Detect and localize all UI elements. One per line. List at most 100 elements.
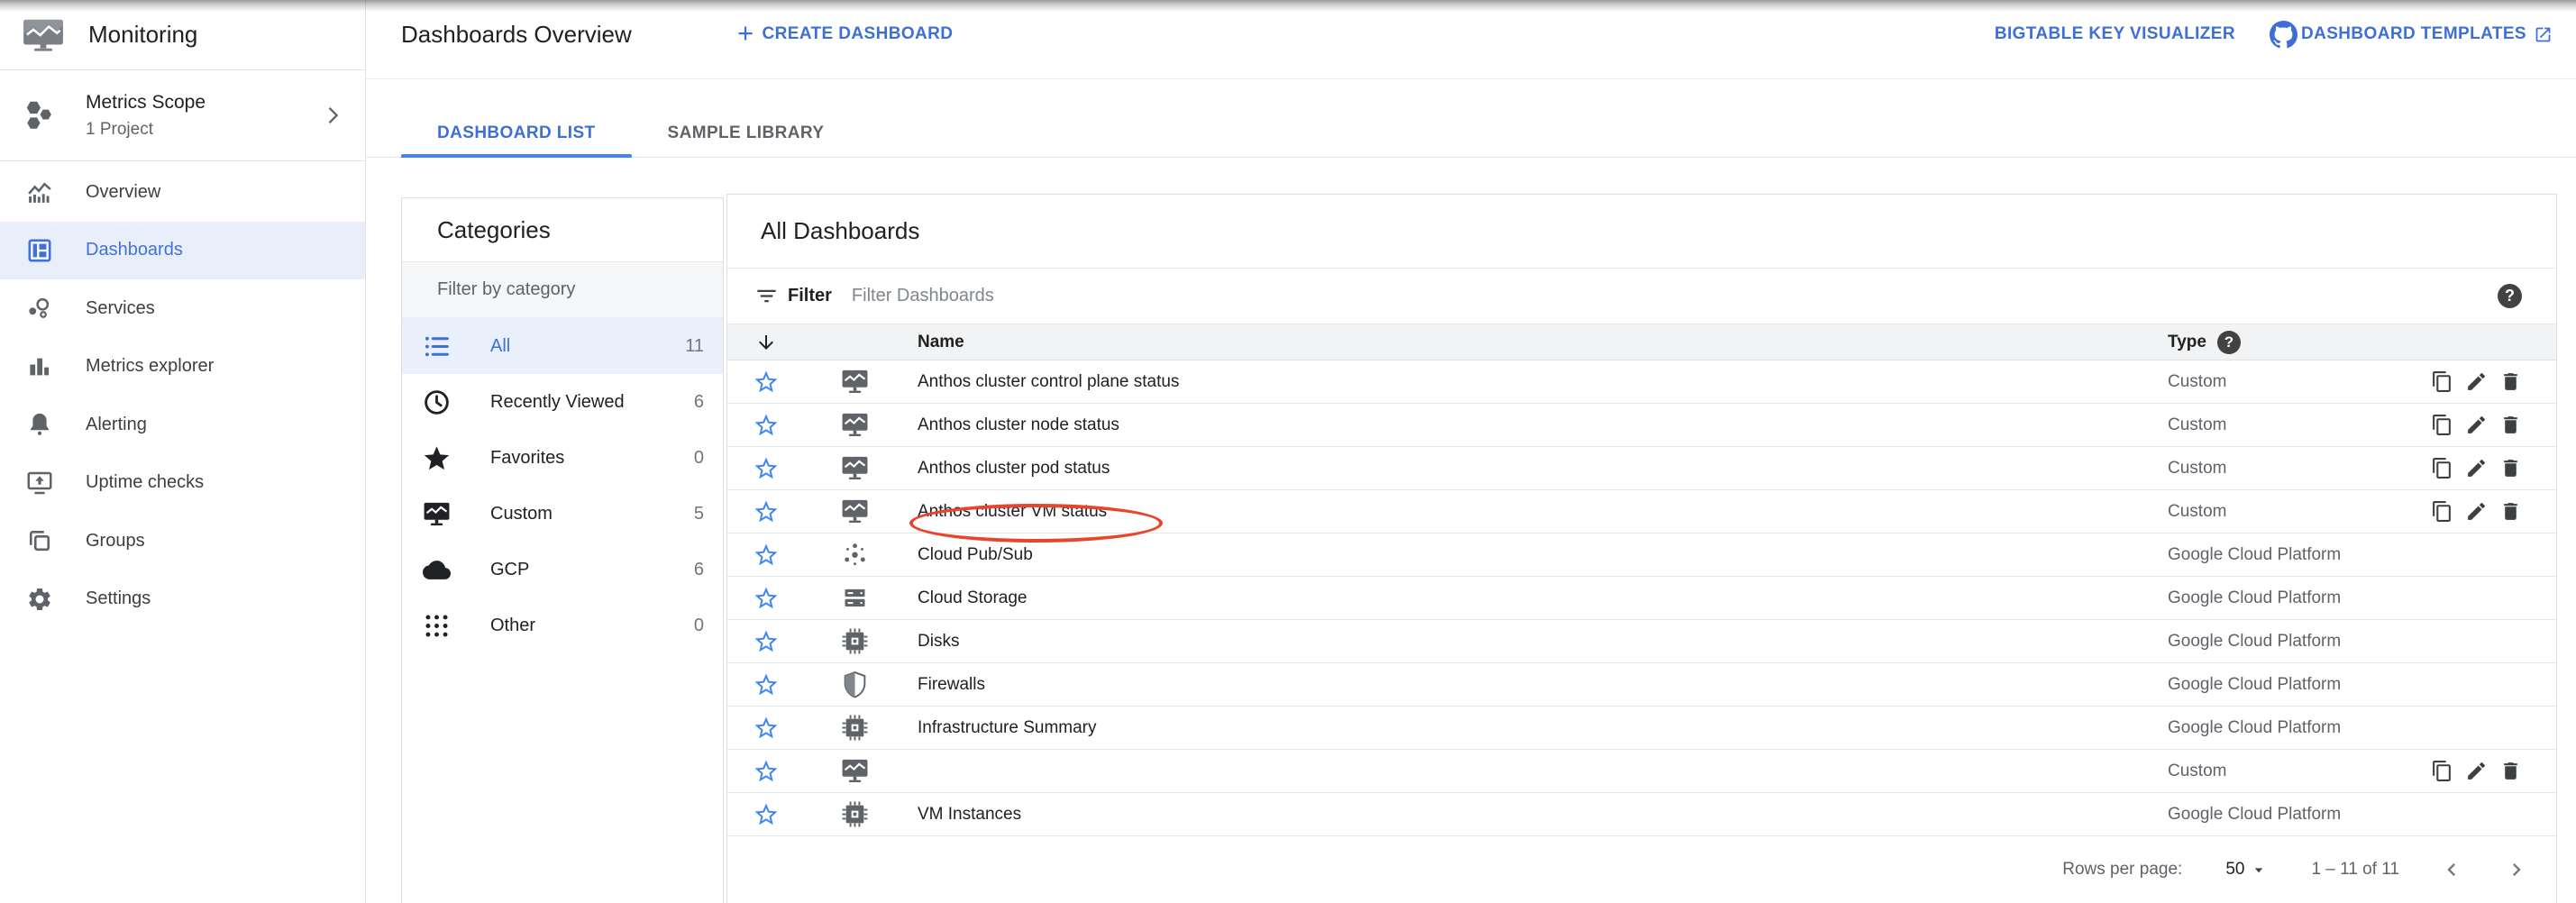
dashboard-name[interactable]: VM Instances bbox=[918, 805, 1021, 825]
type-help-icon[interactable]: ? bbox=[2217, 331, 2241, 354]
plus-icon: + bbox=[737, 19, 754, 47]
sidebar-item-label: Settings bbox=[86, 588, 151, 609]
bigtable-key-visualizer-link[interactable]: BIGTABLE KEY VISUALIZER bbox=[1995, 24, 2235, 44]
dashboard-name[interactable]: Anthos cluster VM status bbox=[918, 502, 1107, 522]
favorite-star-icon[interactable] bbox=[753, 758, 780, 785]
dashboard-name[interactable]: Anthos cluster control plane status bbox=[918, 372, 1179, 392]
copy-icon[interactable] bbox=[2431, 370, 2453, 393]
table-row[interactable]: Infrastructure SummaryGoogle Cloud Platf… bbox=[727, 707, 2556, 750]
table-row[interactable]: Custom bbox=[727, 750, 2556, 793]
chevron-right-icon[interactable] bbox=[320, 103, 345, 128]
table-row[interactable]: Cloud Pub/Sub Google Cloud Platform bbox=[727, 534, 2556, 577]
favorite-star-icon[interactable] bbox=[753, 369, 780, 396]
edit-icon[interactable] bbox=[2465, 457, 2488, 479]
dashboard-name[interactable]: Anthos cluster node status bbox=[918, 415, 1119, 435]
category-item-recently-viewed[interactable]: Recently Viewed6 bbox=[402, 374, 723, 430]
sidebar-item-uptime-checks[interactable]: Uptime checks bbox=[0, 454, 365, 513]
edit-icon[interactable] bbox=[2465, 760, 2488, 782]
table-row[interactable]: FirewallsGoogle Cloud Platform bbox=[727, 663, 2556, 707]
favorite-star-icon[interactable] bbox=[753, 715, 780, 742]
templates-link-label: DASHBOARD TEMPLATES bbox=[2301, 24, 2526, 44]
category-item-gcp[interactable]: GCP6 bbox=[402, 542, 723, 597]
table-row[interactable]: Cloud StorageGoogle Cloud Platform bbox=[727, 577, 2556, 620]
metrics-scope-text: Metrics Scope 1 Project bbox=[86, 92, 206, 140]
dashboard-name[interactable]: Infrastructure Summary bbox=[918, 718, 1097, 738]
dashboards-panel: All Dashboards Filter ? Name Type ? Anth… bbox=[726, 194, 2557, 903]
table-row[interactable]: Anthos cluster VM statusCustom bbox=[727, 490, 2556, 534]
dashboard-name[interactable]: Cloud Pub/Sub bbox=[918, 545, 1033, 565]
rows-per-page-select[interactable]: 50 bbox=[2225, 860, 2268, 880]
filter-icon bbox=[754, 284, 779, 308]
table-row[interactable]: Anthos cluster node statusCustom bbox=[727, 404, 2556, 447]
category-list: All11Recently Viewed6Favorites0Custom5GC… bbox=[402, 318, 723, 653]
metrics-scope-icon bbox=[23, 98, 58, 132]
metrics-scope-section[interactable]: Metrics Scope 1 Project bbox=[0, 70, 365, 161]
category-filter-input[interactable] bbox=[437, 279, 705, 300]
dashboard-name[interactable]: Disks bbox=[918, 632, 959, 652]
sort-descending-icon[interactable] bbox=[755, 332, 777, 353]
delete-icon[interactable] bbox=[2499, 457, 2522, 479]
edit-icon[interactable] bbox=[2465, 500, 2488, 523]
custom-dashboard-icon bbox=[423, 500, 451, 528]
favorite-star-icon[interactable] bbox=[753, 628, 780, 655]
services-icon bbox=[26, 295, 53, 322]
sidebar-item-metrics-explorer[interactable]: Metrics explorer bbox=[0, 338, 365, 397]
groups-icon bbox=[26, 527, 53, 554]
chip-icon bbox=[841, 714, 869, 742]
favorite-star-icon[interactable] bbox=[753, 585, 780, 612]
dashboard-name[interactable]: Firewalls bbox=[918, 675, 985, 695]
dashboard-name[interactable]: Cloud Storage bbox=[918, 588, 1027, 608]
tab-dashboard-list[interactable]: DASHBOARD LIST bbox=[401, 110, 632, 157]
favorite-star-icon[interactable] bbox=[753, 498, 780, 525]
table-row[interactable]: Anthos cluster pod statusCustom bbox=[727, 447, 2556, 490]
edit-icon[interactable] bbox=[2465, 370, 2488, 393]
column-header-name[interactable]: Name bbox=[904, 333, 2168, 352]
favorite-star-icon[interactable] bbox=[753, 671, 780, 698]
next-page-icon[interactable] bbox=[2504, 857, 2529, 882]
copy-icon[interactable] bbox=[2431, 760, 2453, 782]
delete-icon[interactable] bbox=[2499, 370, 2522, 393]
chip-icon bbox=[841, 627, 869, 655]
filter-dashboards-input[interactable] bbox=[852, 286, 2498, 306]
sidebar-item-dashboards[interactable]: Dashboards bbox=[0, 222, 365, 280]
delete-icon[interactable] bbox=[2499, 760, 2522, 782]
sidebar-item-groups[interactable]: Groups bbox=[0, 512, 365, 570]
sidebar-item-settings[interactable]: Settings bbox=[0, 570, 365, 629]
column-header-type[interactable]: Type bbox=[2168, 333, 2206, 352]
filter-help-icon[interactable]: ? bbox=[2498, 284, 2522, 308]
copy-icon[interactable] bbox=[2431, 414, 2453, 436]
category-item-all[interactable]: All11 bbox=[402, 318, 723, 374]
create-dashboard-button[interactable]: + CREATE DASHBOARD bbox=[737, 0, 953, 68]
external-link-icon bbox=[2526, 25, 2553, 44]
tab-sample-library[interactable]: SAMPLE LIBRARY bbox=[632, 110, 861, 157]
edit-icon[interactable] bbox=[2465, 414, 2488, 436]
favorite-star-icon[interactable] bbox=[753, 455, 780, 482]
category-item-favorites[interactable]: Favorites0 bbox=[402, 430, 723, 486]
favorite-star-icon[interactable] bbox=[753, 801, 780, 828]
copy-icon[interactable] bbox=[2431, 500, 2453, 523]
sidebar-item-alerting[interactable]: Alerting bbox=[0, 396, 365, 454]
table-row[interactable]: VM InstancesGoogle Cloud Platform bbox=[727, 793, 2556, 836]
favorite-star-icon[interactable] bbox=[753, 542, 780, 569]
sidebar-item-overview[interactable]: Overview bbox=[0, 163, 365, 222]
category-item-other[interactable]: Other0 bbox=[402, 597, 723, 653]
github-icon bbox=[2270, 21, 2301, 49]
dashboards-icon bbox=[26, 237, 53, 264]
category-count: 5 bbox=[694, 504, 704, 524]
custom-dashboard-icon bbox=[841, 368, 869, 396]
category-item-custom[interactable]: Custom5 bbox=[402, 486, 723, 542]
previous-page-icon[interactable] bbox=[2439, 857, 2464, 882]
dashboard-templates-link[interactable]: DASHBOARD TEMPLATES bbox=[2270, 21, 2553, 49]
table-row[interactable]: Anthos cluster control plane statusCusto… bbox=[727, 360, 2556, 404]
dashboard-type: Google Cloud Platform bbox=[2168, 545, 2426, 565]
favorite-star-icon[interactable] bbox=[753, 412, 780, 439]
sidebar-item-services[interactable]: Services bbox=[0, 279, 365, 338]
copy-icon[interactable] bbox=[2431, 457, 2453, 479]
delete-icon[interactable] bbox=[2499, 500, 2522, 523]
rows-per-page-value: 50 bbox=[2225, 860, 2244, 880]
dashboard-name[interactable]: Anthos cluster pod status bbox=[918, 459, 1110, 479]
categories-title: Categories bbox=[402, 198, 723, 262]
pagination-range: 1 – 11 of 11 bbox=[2311, 860, 2399, 880]
delete-icon[interactable] bbox=[2499, 414, 2522, 436]
table-row[interactable]: DisksGoogle Cloud Platform bbox=[727, 620, 2556, 663]
